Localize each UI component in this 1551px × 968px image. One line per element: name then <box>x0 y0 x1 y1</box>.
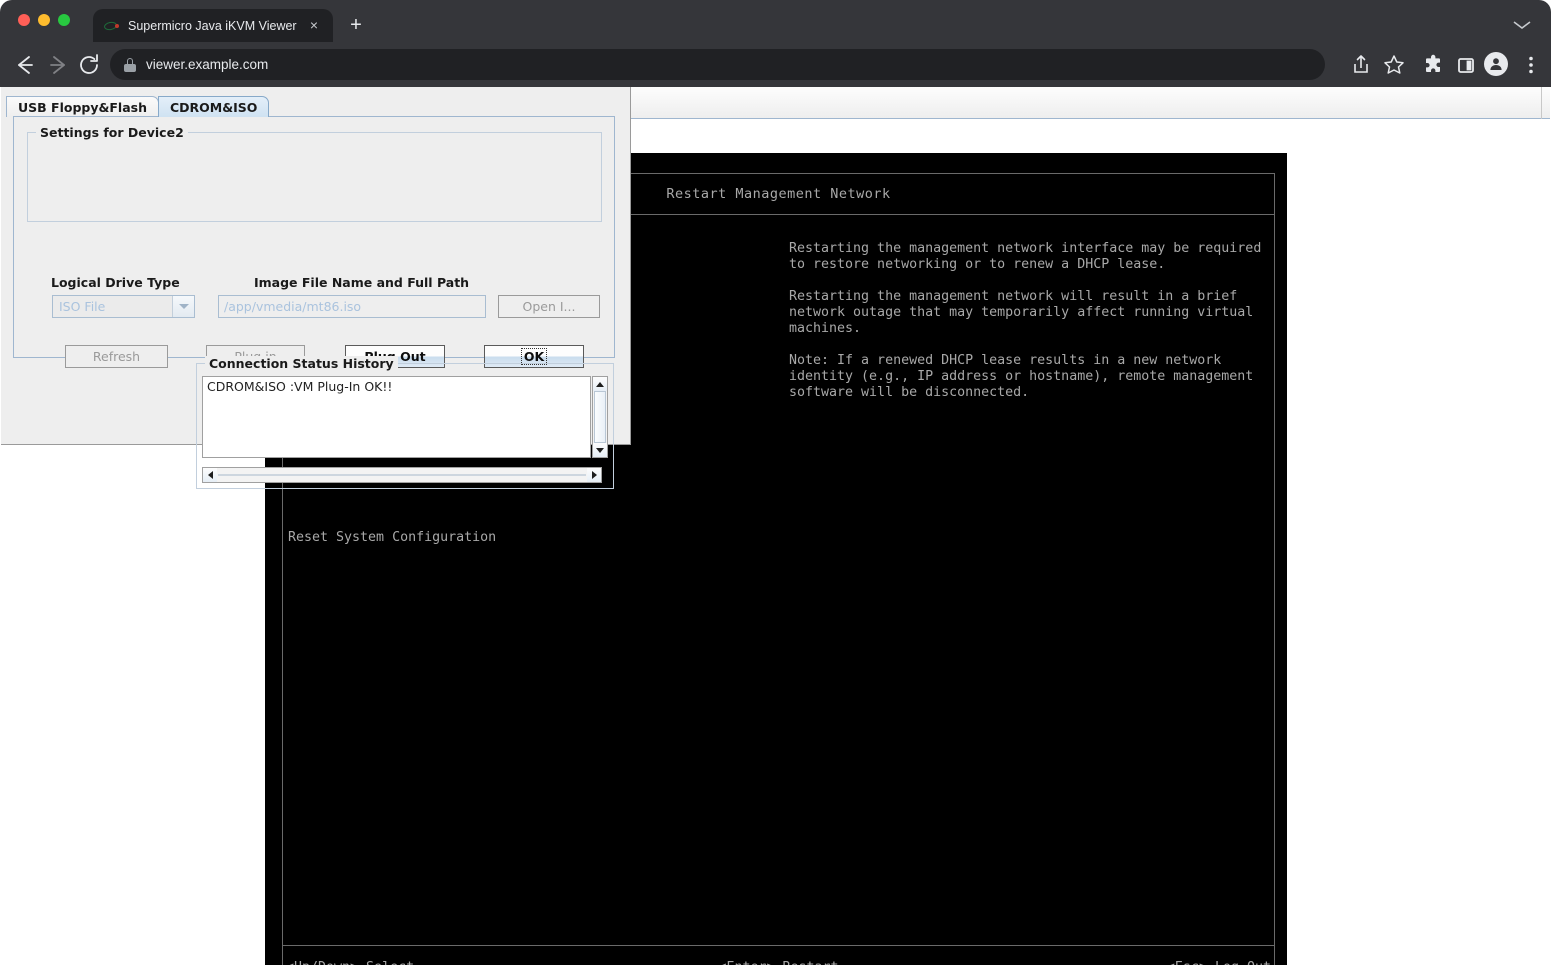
browser-window: Supermicro Java iKVM Viewer × + viewer.e… <box>0 0 1551 968</box>
maximize-window-button[interactable] <box>58 14 70 26</box>
history-group-legend: Connection Status History <box>205 356 398 371</box>
address-bar-url: viewer.example.com <box>146 57 268 72</box>
close-window-button[interactable] <box>18 14 30 26</box>
history-vertical-scrollbar[interactable] <box>592 376 608 458</box>
virtual-media-dialog: USB Floppy&Flash CDROM&ISO Settings for … <box>1 87 631 445</box>
scroll-left-icon[interactable] <box>203 468 217 482</box>
address-bar[interactable]: viewer.example.com <box>110 49 1325 80</box>
page-edge-divider <box>1541 87 1542 119</box>
image-file-path-input[interactable]: /app/vmedia/mt86.iso <box>218 295 486 318</box>
esxi-console-footer: <Up/Down> Select <Enter> Restart <Esc> L… <box>283 945 1274 965</box>
browser-tab-strip: Supermicro Java iKVM Viewer × + <box>0 0 1551 42</box>
settings-for-device2-group: Settings for Device2 <box>27 132 602 222</box>
tab-cdrom-iso[interactable]: CDROM&ISO <box>158 96 269 117</box>
vertical-scroll-thumb[interactable] <box>594 391 606 443</box>
esxi-paragraph: Restarting the management network interf… <box>789 241 1289 273</box>
browser-tab-title: Supermicro Java iKVM Viewer <box>128 19 299 33</box>
share-icon[interactable] <box>1348 52 1374 78</box>
connection-status-history-group: Connection Status History CDROM&ISO :VM … <box>196 363 614 489</box>
esxi-footer-select: <Up/Down> Select <box>286 960 414 966</box>
history-horizontal-scrollbar[interactable] <box>202 467 602 483</box>
page-viewport: Restart Management Network Restarting th… <box>1 87 1550 965</box>
forward-button[interactable] <box>45 52 71 78</box>
profile-icon[interactable] <box>1484 52 1510 78</box>
close-tab-button[interactable]: × <box>305 17 323 35</box>
esxi-footer-logout: <Esc> Log Out <box>1167 960 1271 966</box>
settings-group-legend: Settings for Device2 <box>36 125 188 140</box>
logical-drive-type-label: Logical Drive Type <box>51 275 180 290</box>
refresh-button[interactable]: Refresh <box>65 345 168 368</box>
logical-drive-type-select[interactable]: ISO File <box>52 295 195 318</box>
supermicro-favicon <box>103 18 119 34</box>
esxi-paragraph: Note: If a renewed DHCP lease results in… <box>789 353 1289 401</box>
logical-drive-type-value: ISO File <box>53 299 172 314</box>
esxi-header-title: Restart Management Network <box>666 186 890 202</box>
open-image-button[interactable]: Open I... <box>498 295 600 318</box>
back-button[interactable] <box>12 52 38 78</box>
new-tab-button[interactable]: + <box>344 14 368 38</box>
scroll-down-icon[interactable] <box>593 443 607 457</box>
esxi-paragraph: Restarting the management network will r… <box>789 289 1289 337</box>
reload-button[interactable] <box>76 52 102 78</box>
lock-icon <box>124 58 136 72</box>
tab-usb-floppy-flash[interactable]: USB Floppy&Flash <box>6 96 159 117</box>
extensions-icon[interactable] <box>1421 52 1447 78</box>
scroll-right-icon[interactable] <box>587 468 601 482</box>
scroll-up-icon[interactable] <box>593 377 607 391</box>
history-line: CDROM&ISO :VM Plug-In OK!! <box>207 379 586 394</box>
side-panel-icon[interactable] <box>1453 52 1479 78</box>
chevron-down-icon[interactable] <box>172 296 194 317</box>
chevron-down-icon[interactable] <box>1513 17 1531 27</box>
virtual-media-tabstrip: USB Floppy&Flash CDROM&ISO <box>6 95 268 117</box>
connection-status-history-text[interactable]: CDROM&ISO :VM Plug-In OK!! <box>202 376 591 458</box>
esxi-menu-item-reset-system-configuration[interactable]: Reset System Configuration <box>288 530 496 545</box>
image-file-path-label: Image File Name and Full Path <box>254 275 469 290</box>
cdrom-iso-tab-panel: Settings for Device2 Logical Drive Type … <box>13 116 615 358</box>
minimize-window-button[interactable] <box>38 14 50 26</box>
star-icon[interactable] <box>1381 52 1407 78</box>
avatar <box>1484 52 1508 76</box>
horizontal-scroll-thumb[interactable] <box>218 474 586 476</box>
browser-tab[interactable]: Supermicro Java iKVM Viewer × <box>93 9 333 42</box>
chrome-menu-icon[interactable] <box>1518 52 1544 78</box>
esxi-footer-restart: <Enter> Restart <box>718 960 838 966</box>
window-traffic-lights <box>18 14 70 26</box>
